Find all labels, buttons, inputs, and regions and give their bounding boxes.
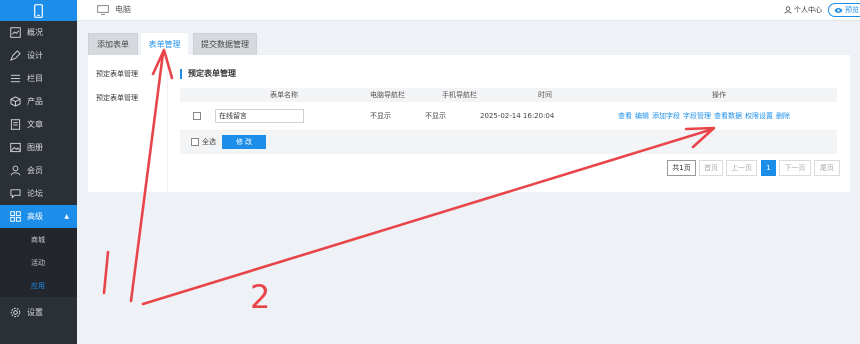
col-pc-nav: 电脑导航栏 — [370, 91, 405, 99]
col-mobile-nav: 手机导航栏 — [442, 91, 477, 99]
sidebar-item-2[interactable]: 栏目 — [0, 67, 77, 90]
cell-pc-nav: 不显示 — [370, 112, 391, 120]
cell-time: 2025-02-14 16:20:04 — [480, 112, 555, 120]
col-time: 时间 — [538, 91, 552, 99]
mobile-icon — [34, 3, 43, 18]
sidebar-item-settings[interactable]: 设置 — [0, 301, 77, 324]
pager-first[interactable]: 首页 — [699, 160, 723, 176]
monitor-icon — [97, 4, 109, 15]
annotation-digit-1 — [102, 250, 110, 295]
chart-icon — [9, 27, 21, 39]
action-view[interactable]: 查看 — [618, 111, 632, 121]
cell-mobile-nav: 不显示 — [425, 112, 446, 120]
sidebar-item-label: 文章 — [27, 120, 43, 129]
cube-icon — [9, 96, 21, 108]
design-icon — [9, 50, 21, 62]
sidebar-item-1[interactable]: 设计 — [0, 44, 77, 67]
user-center-label: 个人中心 — [794, 6, 822, 14]
action-add-field[interactable]: 添加字段 — [652, 111, 680, 121]
sidebar-item-label: 论坛 — [27, 189, 43, 198]
tab-add-form[interactable]: 添加表单 — [88, 33, 138, 55]
sidebar-subitem-2[interactable]: 应用 — [0, 274, 77, 297]
top-header: 电脑 个人中心 预览 — [77, 0, 860, 21]
sidebar-item-3[interactable]: 产品 — [0, 90, 77, 113]
article-icon — [9, 119, 21, 131]
sidebar-item-label: 设计 — [27, 51, 43, 60]
select-all[interactable]: 全选 — [191, 137, 216, 147]
sidebar-item-label: 会员 — [27, 166, 43, 175]
tab-form-management[interactable]: 表单管理 — [141, 33, 188, 55]
col-form-name: 表单名称 — [270, 91, 298, 99]
sidebar-item-label: 设置 — [27, 308, 43, 317]
table-row: 不显示 不显示 2025-02-14 16:20:04 查看 编辑 添加字段 字… — [180, 102, 837, 131]
image-icon — [9, 142, 21, 154]
pager-prev[interactable]: 上一页 — [726, 160, 757, 176]
list-icon — [9, 73, 21, 85]
sidebar-item-label: 图册 — [27, 143, 43, 152]
sidebar-subitem-0[interactable]: 商城 — [0, 228, 77, 251]
row-checkbox[interactable] — [193, 112, 201, 120]
content-panel: 预定表单管理 预定表单管理 预定表单管理 表单名称 电脑导航栏 手机导航栏 时间… — [88, 55, 850, 192]
section-title: 预定表单管理 — [180, 68, 236, 79]
sidebar-item-7[interactable]: 论坛 — [0, 182, 77, 205]
sidebar-item-label: 高级 — [27, 212, 43, 221]
user-icon — [9, 165, 21, 177]
pager-last[interactable]: 尾页 — [814, 160, 840, 176]
pager-next[interactable]: 下一页 — [779, 160, 811, 176]
action-permissions[interactable]: 权限设置 — [745, 111, 773, 121]
pager-total: 共1页 — [667, 160, 696, 176]
chat-icon — [9, 188, 21, 200]
sidebar-item-8[interactable]: 高级 ▲ — [0, 205, 77, 228]
device-toggle-button[interactable] — [0, 0, 77, 21]
eye-icon — [834, 7, 843, 13]
sidebar-subitem-1[interactable]: 活动 — [0, 251, 77, 274]
left-menu-item-active[interactable]: 预定表单管理 — [88, 86, 167, 110]
sidebar-item-label: 概况 — [27, 28, 43, 37]
sidebar: 概况设计栏目产品文章图册会员论坛高级 ▲ 商城 活动 应用 设置 — [0, 0, 77, 344]
table-header: 表单名称 电脑导航栏 手机导航栏 时间 操作 — [180, 88, 837, 102]
action-edit[interactable]: 编辑 — [635, 111, 649, 121]
col-actions: 操作 — [712, 91, 726, 99]
sidebar-item-label: 栏目 — [27, 74, 43, 83]
form-name-input[interactable] — [215, 109, 304, 123]
device-selector[interactable]: 电脑 — [97, 4, 131, 15]
modify-button[interactable]: 修 改 — [222, 135, 266, 149]
preview-button[interactable]: 预览 — [828, 3, 860, 17]
left-menu: 预定表单管理 预定表单管理 — [88, 55, 168, 192]
device-label: 电脑 — [115, 5, 131, 14]
annotation-label-2: 2 — [250, 278, 270, 316]
sidebar-item-label: 产品 — [27, 97, 43, 106]
caret-up-icon: ▲ — [64, 213, 69, 220]
table-footer: 全选 修 改 — [180, 131, 837, 154]
sidebar-item-0[interactable]: 概况 — [0, 21, 77, 44]
pager-current[interactable]: 1 — [761, 160, 776, 176]
select-all-checkbox[interactable] — [191, 138, 199, 146]
sidebar-item-5[interactable]: 图册 — [0, 136, 77, 159]
preview-label: 预览 — [845, 6, 859, 14]
sidebar-item-6[interactable]: 会员 — [0, 159, 77, 182]
row-actions: 查看 编辑 添加字段 字段管理 查看数据 权限设置 删除 — [618, 102, 793, 130]
action-delete[interactable]: 删除 — [776, 111, 790, 121]
user-icon — [784, 6, 792, 14]
left-menu-item[interactable]: 预定表单管理 — [88, 62, 167, 86]
select-all-label: 全选 — [202, 138, 216, 146]
grid-icon — [9, 211, 21, 223]
gear-icon — [9, 307, 21, 319]
tab-submission-data[interactable]: 提交数据管理 — [193, 33, 257, 55]
user-center-link[interactable]: 个人中心 — [784, 5, 822, 15]
action-view-data[interactable]: 查看数据 — [714, 111, 742, 121]
sidebar-item-4[interactable]: 文章 — [0, 113, 77, 136]
action-field-management[interactable]: 字段管理 — [683, 111, 711, 121]
